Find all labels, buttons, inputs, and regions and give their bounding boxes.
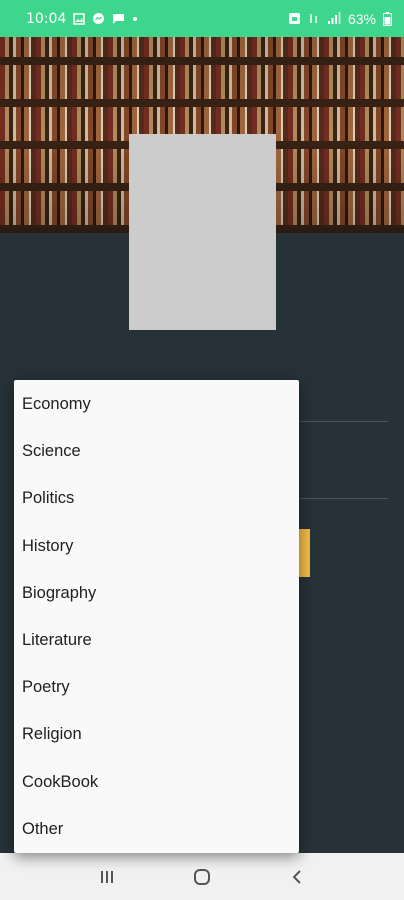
- dropdown-item-cookbook[interactable]: CookBook: [14, 759, 299, 806]
- dropdown-item-label: Biography: [22, 583, 97, 602]
- battery-icon: [383, 11, 392, 26]
- submit-button[interactable]: [299, 529, 310, 577]
- dropdown-item-label: Poetry: [22, 678, 70, 697]
- field-divider: [300, 498, 388, 499]
- dropdown-item-poetry[interactable]: Poetry: [14, 664, 299, 711]
- home-button[interactable]: [182, 857, 222, 897]
- back-icon: [292, 869, 301, 884]
- status-bar: 10:04 63%: [0, 0, 404, 37]
- dropdown-item-economy[interactable]: Economy: [14, 381, 299, 428]
- dropdown-item-other[interactable]: Other: [14, 806, 299, 853]
- dropdown-item-label: CookBook: [22, 772, 99, 791]
- dropdown-item-label: Literature: [22, 631, 92, 650]
- category-dropdown: Economy Science Politics History Biograp…: [14, 380, 299, 853]
- dropdown-item-label: Economy: [22, 395, 91, 414]
- book-cover-placeholder[interactable]: [129, 134, 276, 330]
- dropdown-item-history[interactable]: History: [14, 523, 299, 570]
- dropdown-item-religion[interactable]: Religion: [14, 711, 299, 758]
- dropdown-item-biography[interactable]: Biography: [14, 570, 299, 617]
- navigation-bar: [0, 853, 404, 900]
- dropdown-item-label: Religion: [22, 725, 82, 744]
- dropdown-item-politics[interactable]: Politics: [14, 475, 299, 522]
- dropdown-item-label: Science: [22, 442, 81, 461]
- signal-icon: [327, 12, 341, 25]
- wifi-calling-icon: [308, 12, 320, 25]
- alarm-icon: [288, 12, 301, 25]
- back-button[interactable]: [277, 857, 317, 897]
- dot-icon: [132, 16, 138, 22]
- image-icon: [73, 12, 86, 25]
- home-icon: [193, 868, 210, 885]
- dropdown-item-label: Other: [22, 819, 64, 838]
- status-bar-left: 10:04: [26, 11, 138, 27]
- messenger-icon: [92, 12, 105, 25]
- dropdown-item-literature[interactable]: Literature: [14, 617, 299, 664]
- recent-apps-icon: [101, 870, 114, 883]
- recent-apps-button[interactable]: [87, 857, 127, 897]
- status-bar-right: 63%: [288, 11, 392, 27]
- battery-percent: 63%: [347, 10, 376, 27]
- chat-icon: [112, 13, 125, 25]
- dropdown-item-label: Politics: [22, 489, 75, 508]
- dropdown-item-label: History: [22, 536, 74, 555]
- status-time: 10:04: [26, 10, 67, 27]
- field-divider: [300, 421, 388, 422]
- dropdown-item-science[interactable]: Science: [14, 428, 299, 475]
